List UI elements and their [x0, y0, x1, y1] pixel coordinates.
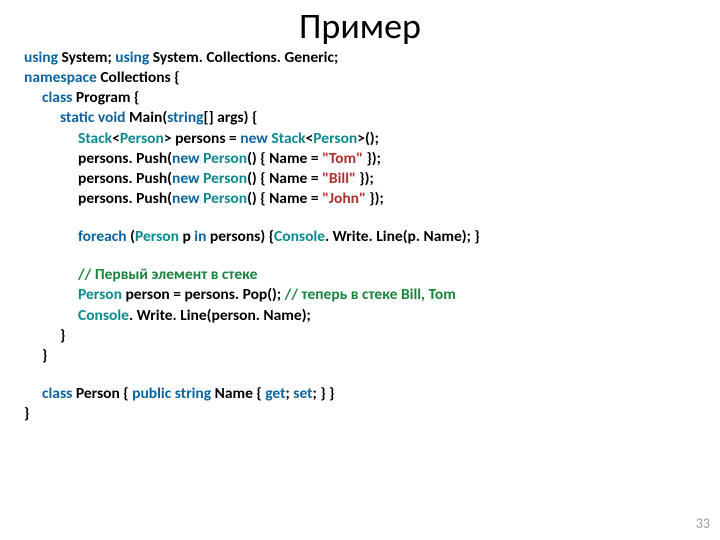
- code-line: static void Main(string[] args) {: [24, 108, 696, 128]
- txt: person = persons. Pop();: [122, 285, 285, 304]
- page-number: 33: [696, 515, 710, 532]
- code-line: class Person { public string Name { get;…: [24, 384, 696, 404]
- txt: Main(: [129, 108, 167, 127]
- cls: Stack: [78, 129, 112, 148]
- code-line: // Первый элемент в стеке: [24, 265, 696, 285]
- kw-set: set: [293, 384, 312, 403]
- str: "Bill": [322, 169, 356, 188]
- code-block: using System; using System. Collections.…: [0, 48, 720, 424]
- kw-using: using: [24, 48, 58, 67]
- kw-new: new: [172, 169, 200, 188]
- kw-class: class: [42, 384, 72, 403]
- kw-class: class: [42, 88, 72, 107]
- cls: Person: [203, 189, 247, 208]
- code-line: persons. Push(new Person() { Name = "Bil…: [24, 169, 696, 189]
- txt: persons. Push(: [78, 189, 172, 208]
- txt: persons. Push(: [78, 169, 172, 188]
- code-line: using System; using System. Collections.…: [24, 48, 696, 68]
- txt: () { Name =: [247, 149, 322, 168]
- txt: Collections {: [100, 68, 179, 87]
- comment: // теперь в стеке Bill, Tom: [285, 285, 456, 304]
- kw-new: new: [172, 189, 200, 208]
- code-line: persons. Push(new Person() { Name = "Joh…: [24, 189, 696, 209]
- cls: Person: [313, 129, 357, 148]
- blank-line: [24, 247, 696, 265]
- code-line: Stack<Person> persons = new Stack<Person…: [24, 129, 696, 149]
- txt: });: [363, 149, 381, 168]
- kw-get: get: [265, 384, 285, 403]
- txt: }: [42, 346, 47, 365]
- str: "Tom": [322, 149, 363, 168]
- code-line: persons. Push(new Person() { Name = "Tom…: [24, 149, 696, 169]
- kw-string: string: [175, 384, 211, 403]
- txt: }: [60, 326, 65, 345]
- kw-string: string: [167, 108, 203, 127]
- txt: persons) {: [210, 227, 274, 246]
- comment: // Первый элемент в стеке: [78, 265, 257, 284]
- kw-using: using: [115, 48, 149, 67]
- txt: });: [356, 169, 374, 188]
- txt: });: [366, 189, 384, 208]
- code-line: class Program {: [24, 88, 696, 108]
- kw-new: new: [172, 149, 200, 168]
- kw-static: static: [60, 108, 94, 127]
- str: "John": [322, 189, 366, 208]
- txt: Program {: [76, 88, 140, 107]
- txt: }: [24, 404, 29, 423]
- cls: Stack: [271, 129, 305, 148]
- code-line: namespace Collections {: [24, 68, 696, 88]
- kw-new: new: [240, 129, 268, 148]
- txt: ; } }: [313, 384, 335, 403]
- code-line: foreach (Person p in persons) {Console. …: [24, 227, 696, 247]
- code-line: Person person = persons. Pop(); // тепер…: [24, 285, 696, 305]
- code-line: }: [24, 346, 696, 366]
- code-line: Console. Write. Line(person. Name);: [24, 306, 696, 326]
- kw-foreach: foreach: [78, 227, 127, 246]
- txt: [] args) {: [204, 108, 258, 127]
- kw-public: public: [132, 384, 171, 403]
- txt: () { Name =: [247, 169, 322, 188]
- cls: Person: [135, 227, 179, 246]
- txt: {: [120, 384, 132, 403]
- txt: Name {: [215, 384, 266, 403]
- txt: <: [112, 129, 120, 148]
- txt: >();: [357, 129, 379, 148]
- txt: () { Name =: [247, 189, 322, 208]
- txt: > persons =: [164, 129, 240, 148]
- txt: p: [179, 227, 194, 246]
- txt: persons. Push(: [78, 149, 172, 168]
- cls: Person: [78, 285, 122, 304]
- cls: Person: [203, 149, 247, 168]
- txt: Person: [76, 384, 120, 403]
- txt: . Write. Line(p. Name); }: [325, 227, 480, 246]
- slide-title: Пример: [0, 0, 720, 48]
- slide: Пример using System; using System. Colle…: [0, 0, 720, 540]
- txt: System;: [62, 48, 116, 67]
- txt: . Write. Line(person. Name);: [129, 306, 311, 325]
- code-line: }: [24, 404, 696, 424]
- code-line: }: [24, 326, 696, 346]
- blank-line: [24, 209, 696, 227]
- txt: System. Collections. Generic;: [153, 48, 338, 67]
- cls: Person: [203, 169, 247, 188]
- kw-namespace: namespace: [24, 68, 97, 87]
- kw-in: in: [194, 227, 206, 246]
- kw-void: void: [98, 108, 126, 127]
- cls: Person: [120, 129, 164, 148]
- cls: Console: [78, 306, 129, 325]
- cls: Console: [274, 227, 325, 246]
- blank-line: [24, 366, 696, 384]
